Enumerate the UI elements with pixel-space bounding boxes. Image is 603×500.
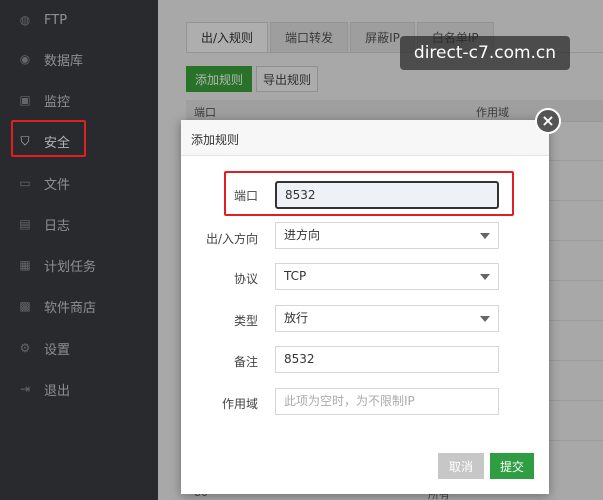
chevron-down-icon xyxy=(480,316,490,322)
type-select[interactable]: 放行 xyxy=(275,305,499,332)
dialog-header: 添加规则 xyxy=(181,120,549,156)
type-label: 类型 xyxy=(233,314,258,328)
chevron-down-icon xyxy=(480,233,490,239)
close-icon[interactable]: × xyxy=(535,108,561,134)
type-value: 放行 xyxy=(284,311,309,325)
scope-label: 作用域 xyxy=(221,397,258,411)
highlight-box-port xyxy=(224,171,514,216)
direction-select[interactable]: 进方向 xyxy=(275,222,499,249)
dialog-title: 添加规则 xyxy=(191,133,240,147)
chevron-down-icon xyxy=(480,274,490,280)
protocol-value: TCP xyxy=(284,269,307,283)
submit-button[interactable]: 提交 xyxy=(490,453,534,479)
cancel-button[interactable]: 取消 xyxy=(438,453,484,479)
direction-label: 出/入方向 xyxy=(205,232,258,246)
remark-label: 备注 xyxy=(233,355,258,369)
scope-input[interactable]: 此项为空时，为不限制IP xyxy=(275,388,499,415)
remark-input[interactable]: 8532 xyxy=(275,346,499,373)
watermark: direct-c7.com.cn xyxy=(400,36,570,70)
direction-value: 进方向 xyxy=(284,228,321,242)
protocol-select[interactable]: TCP xyxy=(275,263,499,290)
protocol-label: 协议 xyxy=(233,272,258,286)
scope-placeholder: 此项为空时，为不限制IP xyxy=(284,394,415,408)
highlight-box-security xyxy=(11,120,86,157)
